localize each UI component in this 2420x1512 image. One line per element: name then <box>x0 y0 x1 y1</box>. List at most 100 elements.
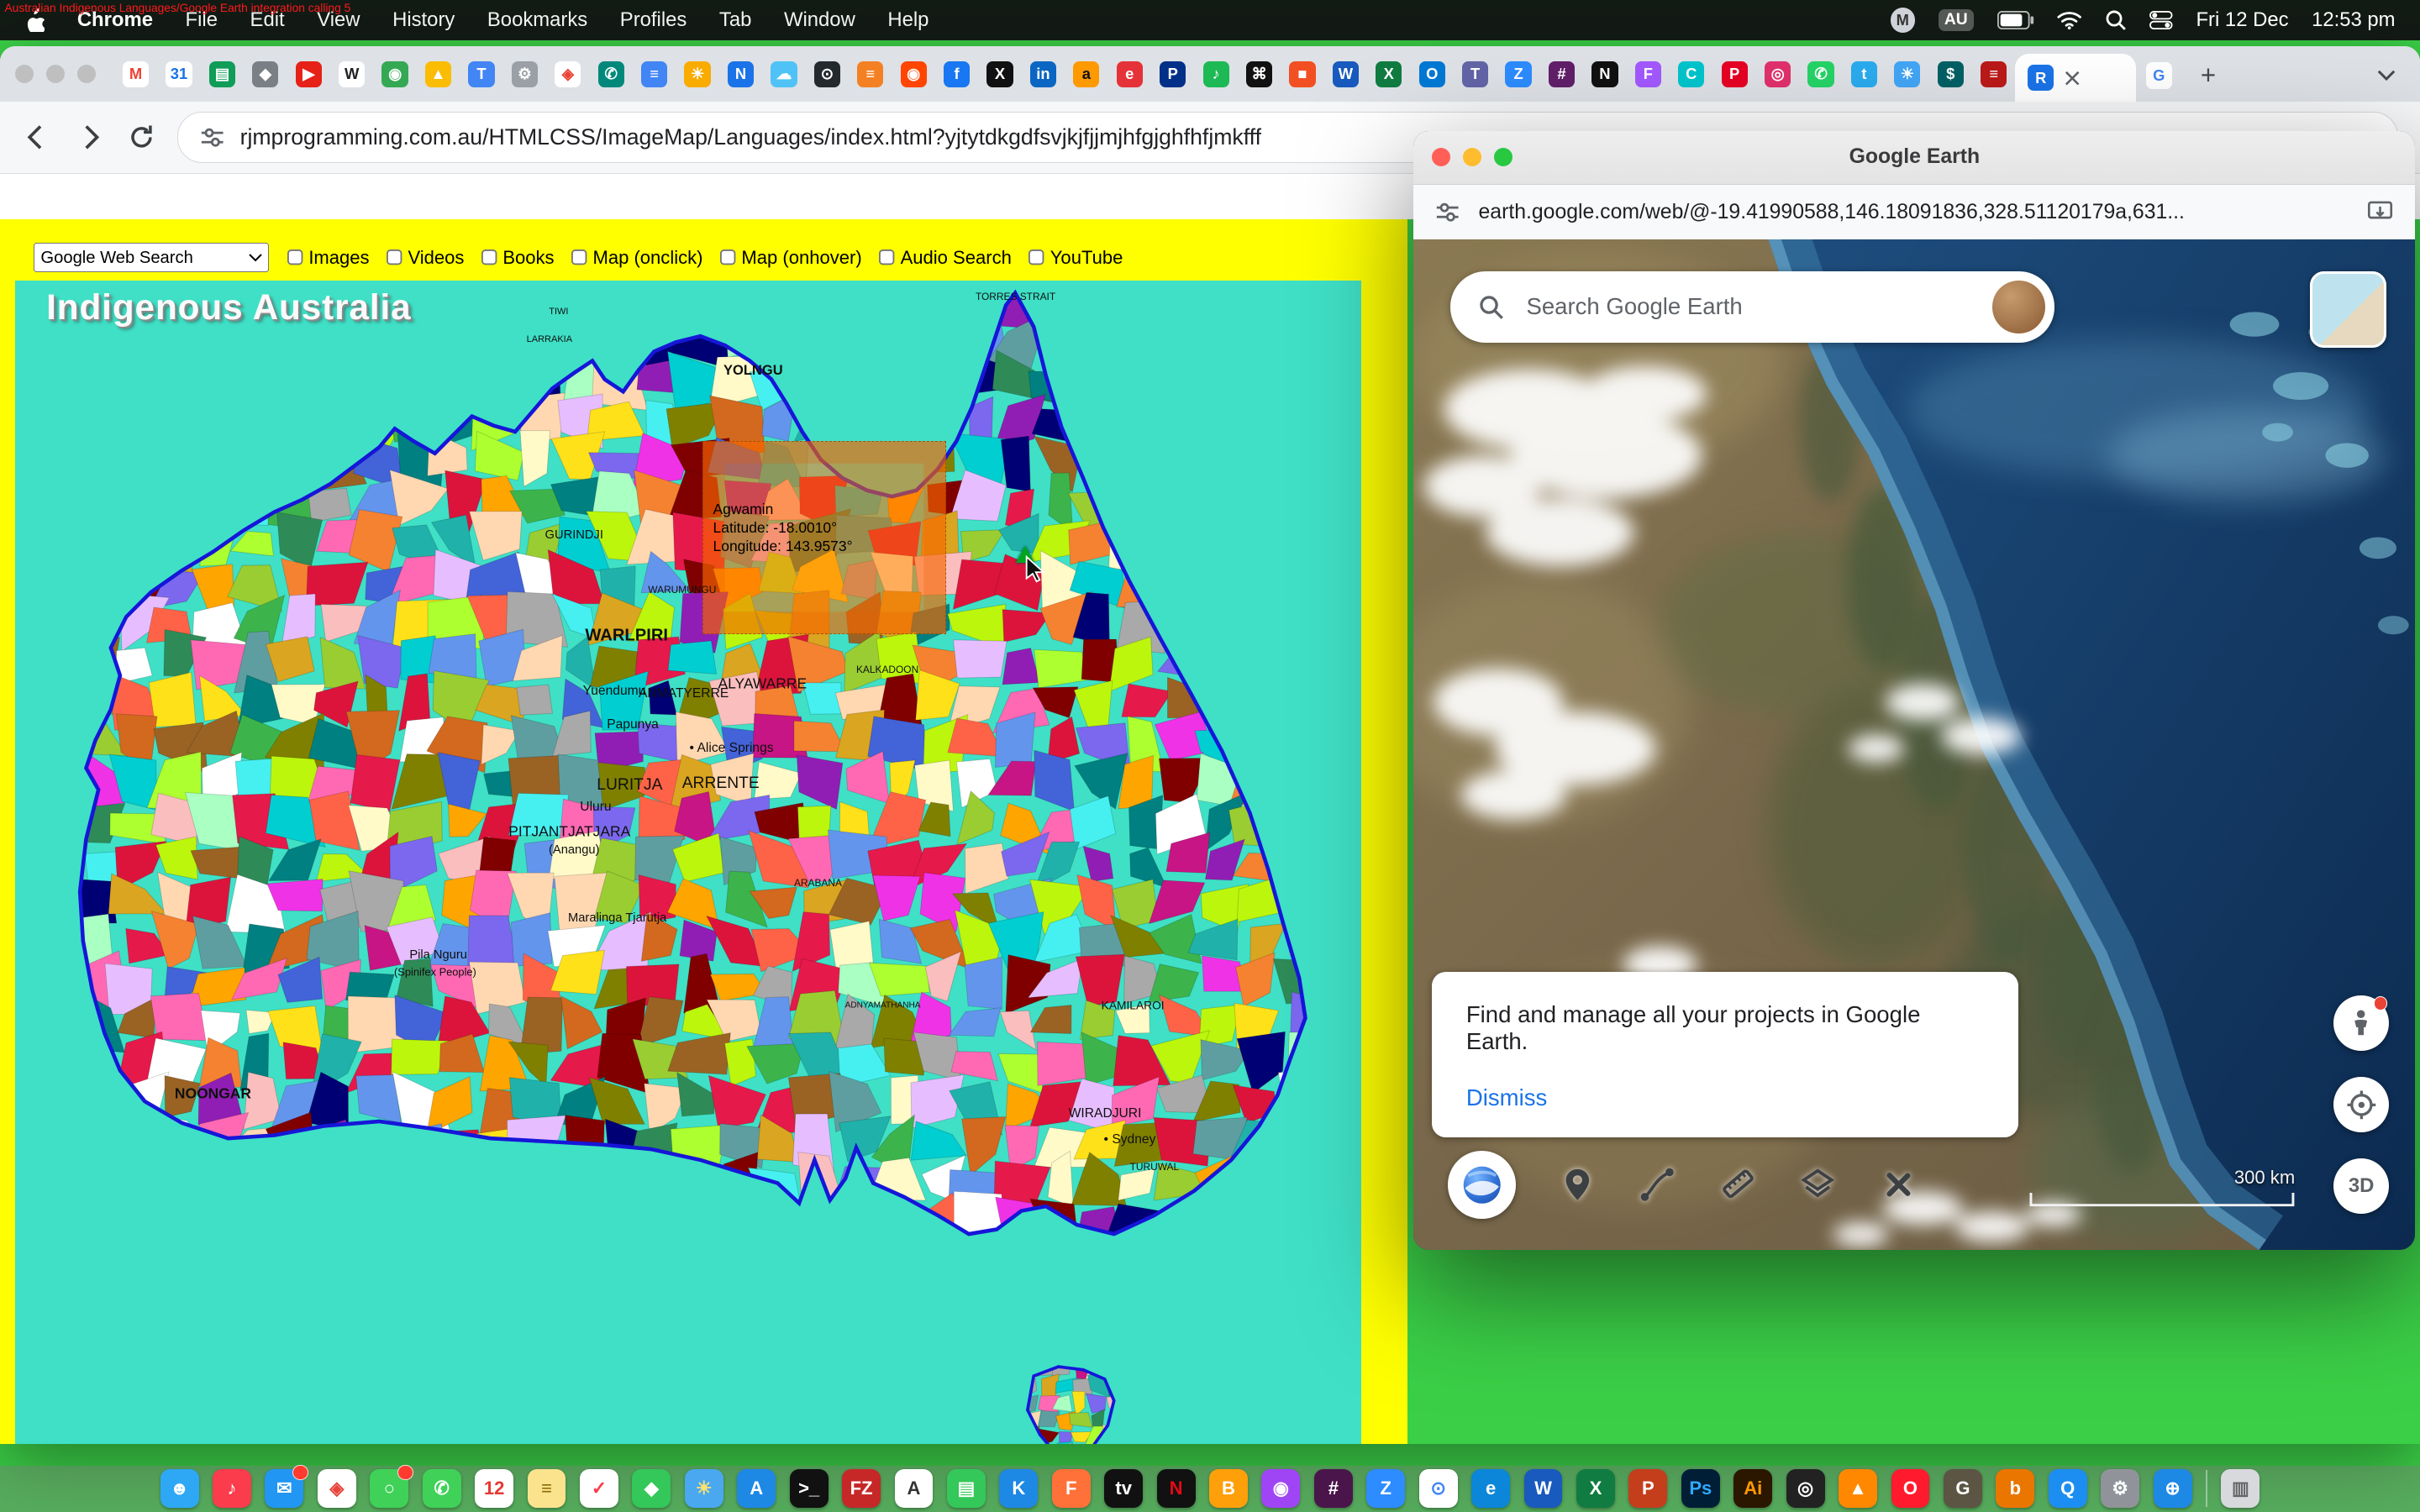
ge-site-settings-icon[interactable] <box>1435 200 1460 224</box>
pinned-tab-amazon[interactable]: a <box>1065 48 1107 100</box>
pinned-tab-settings[interactable]: ⚙ <box>503 48 546 100</box>
pinned-tab-telegram[interactable]: t <box>1843 48 1886 100</box>
pinned-tab-wikipedia[interactable]: W <box>330 48 373 100</box>
dock-appstore-icon[interactable]: A <box>737 1469 776 1508</box>
pinned-tab-outlook[interactable]: O <box>1411 48 1454 100</box>
zoom-window-button[interactable] <box>77 65 96 83</box>
pinned-tab-keep[interactable]: ☀ <box>676 48 718 100</box>
pinned-tab-reddit[interactable]: ◉ <box>892 48 934 100</box>
dock-safari-icon[interactable]: ⊕ <box>2154 1469 2192 1508</box>
checkbox-map-onhover[interactable]: Map (onhover) <box>720 247 862 269</box>
checkbox-videos[interactable]: Videos <box>387 247 465 269</box>
pinned-tab-drive[interactable]: ▲ <box>417 48 460 100</box>
youtube-checkbox[interactable] <box>1028 249 1045 266</box>
dock-terminal-icon[interactable]: >_ <box>790 1469 829 1508</box>
dock-zoom-icon[interactable]: Z <box>1366 1469 1405 1508</box>
indigenous-australia-map[interactable]: Indigenous Australia TORRES STRAITTIWILA… <box>15 281 1361 1444</box>
spotlight-icon[interactable] <box>2105 9 2127 31</box>
dock-finder-icon[interactable]: ☻ <box>160 1469 199 1508</box>
pinned-tab-cloud[interactable]: ☁ <box>762 48 805 100</box>
dock-podcasts-icon[interactable]: ◉ <box>1261 1469 1300 1508</box>
dock-slack-icon[interactable]: # <box>1314 1469 1353 1508</box>
pinned-tab-figma[interactable]: F <box>1627 48 1670 100</box>
dock-notes-icon[interactable]: ≡ <box>528 1469 566 1508</box>
pinned-tab-instagram[interactable]: ◎ <box>1756 48 1799 100</box>
menu-window[interactable]: Window <box>784 8 855 32</box>
pinned-tab-twitter[interactable]: X <box>978 48 1021 100</box>
wifi-icon[interactable] <box>2057 11 2081 29</box>
australia-map-svg[interactable] <box>15 281 1361 1444</box>
images-checkbox[interactable] <box>287 249 304 266</box>
map-onhover-checkbox[interactable] <box>720 249 737 266</box>
battery-icon[interactable] <box>1997 11 2034 29</box>
map-onclick-checkbox[interactable] <box>571 249 588 266</box>
pinned-tab-teams[interactable]: T <box>1454 48 1497 100</box>
active-tab[interactable]: R <box>2015 54 2135 102</box>
books-checkbox[interactable] <box>481 249 498 266</box>
ge-map-view[interactable]: Find and manage all your projects in Goo… <box>1413 239 2415 1250</box>
dock-word-icon[interactable]: W <box>1524 1469 1563 1508</box>
menu-tab[interactable]: Tab <box>719 8 751 32</box>
dock-chrome-icon[interactable]: ⊙ <box>1419 1469 1458 1508</box>
pinned-tab-photos[interactable]: ◈ <box>546 48 589 100</box>
tools-icon[interactable] <box>1880 1167 1917 1204</box>
menu-help[interactable]: Help <box>887 8 929 32</box>
minimap-thumbnail[interactable] <box>2310 271 2386 347</box>
background-tab[interactable]: G <box>2136 50 2182 102</box>
pinned-tab-bbc[interactable]: ≡ <box>1972 48 2015 100</box>
dock-photoshop-icon[interactable]: Ps <box>1681 1469 1720 1508</box>
pinned-tab-whatsapp[interactable]: ✆ <box>1799 48 1842 100</box>
dock-keynote-icon[interactable]: K <box>999 1469 1038 1508</box>
pinned-tab-pinterest[interactable]: P <box>1712 48 1755 100</box>
globe-button[interactable] <box>1448 1151 1516 1219</box>
tab-search-chevron-icon[interactable] <box>2368 57 2405 94</box>
pinned-tab-youtube[interactable]: ▶ <box>287 48 330 100</box>
ge-url-text[interactable]: earth.google.com/web/@-19.41990588,146.1… <box>1479 201 2348 224</box>
layers-icon[interactable] <box>1800 1167 1837 1204</box>
install-app-icon[interactable] <box>2366 198 2394 226</box>
dock-blender-icon[interactable]: b <box>1996 1469 2034 1508</box>
dock-music-icon[interactable]: ♪ <box>213 1469 251 1508</box>
checkbox-images[interactable]: Images <box>287 247 370 269</box>
pinned-tab-excel[interactable]: X <box>1367 48 1410 100</box>
ge-titlebar[interactable]: Google Earth <box>1413 131 2415 184</box>
dock-excel-icon[interactable]: X <box>1576 1469 1615 1508</box>
pegman-button[interactable] <box>2333 995 2389 1051</box>
pinned-tab-news[interactable]: N <box>719 48 762 100</box>
dock-numbers-icon[interactable]: ▤ <box>947 1469 986 1508</box>
dock-textedit-icon[interactable]: A <box>895 1469 934 1508</box>
checkbox-youtube[interactable]: YouTube <box>1028 247 1123 269</box>
pinned-tab-security[interactable]: ◆ <box>244 48 287 100</box>
window-controls[interactable] <box>15 46 95 102</box>
pinned-tab-linkedin[interactable]: in <box>1022 48 1065 100</box>
minimize-window-button[interactable] <box>46 65 65 83</box>
pinned-tab-sheets[interactable]: ▤ <box>201 48 244 100</box>
pinned-tab-apple[interactable]: ⌘ <box>1238 48 1281 100</box>
ge-search-bar[interactable] <box>1450 271 2054 342</box>
dock-calendar-icon[interactable]: 12 <box>475 1469 513 1508</box>
control-center-icon[interactable] <box>2149 11 2173 29</box>
back-icon[interactable] <box>22 122 53 153</box>
pinned-tab-spotify[interactable]: ♪ <box>1194 48 1237 100</box>
dock-firefox-icon[interactable]: F <box>1052 1469 1091 1508</box>
checkbox-books[interactable]: Books <box>481 247 555 269</box>
menu-date[interactable]: Fri 12 Dec <box>2196 8 2288 32</box>
dock-photos-icon[interactable]: ◈ <box>318 1469 356 1508</box>
forward-icon[interactable] <box>74 122 105 153</box>
dock-trash-icon[interactable]: ▥ <box>2221 1469 2260 1508</box>
dock-powerpoint-icon[interactable]: P <box>1628 1469 1667 1508</box>
dock-gimp-icon[interactable]: G <box>1944 1469 1982 1508</box>
pinned-tab-meet[interactable]: ✆ <box>590 48 633 100</box>
pinned-tab-zoom[interactable]: Z <box>1497 48 1539 100</box>
dock-vlc-icon[interactable]: ▲ <box>1839 1469 1877 1508</box>
close-window-button[interactable] <box>15 65 34 83</box>
placemark-icon[interactable] <box>1559 1167 1596 1204</box>
pinned-tab-weather[interactable]: ☀ <box>1886 48 1928 100</box>
pinned-tab-github[interactable]: ⊙ <box>806 48 849 100</box>
dock-edge-icon[interactable]: e <box>1471 1469 1510 1508</box>
pinned-tab-docs[interactable]: ≡ <box>633 48 676 100</box>
pinned-tab-banking[interactable]: $ <box>1929 48 1972 100</box>
dock-weather-icon[interactable]: ☀ <box>685 1469 723 1508</box>
compass-button[interactable] <box>2333 1077 2389 1132</box>
dock-quicktime-icon[interactable]: Q <box>2049 1469 2087 1508</box>
